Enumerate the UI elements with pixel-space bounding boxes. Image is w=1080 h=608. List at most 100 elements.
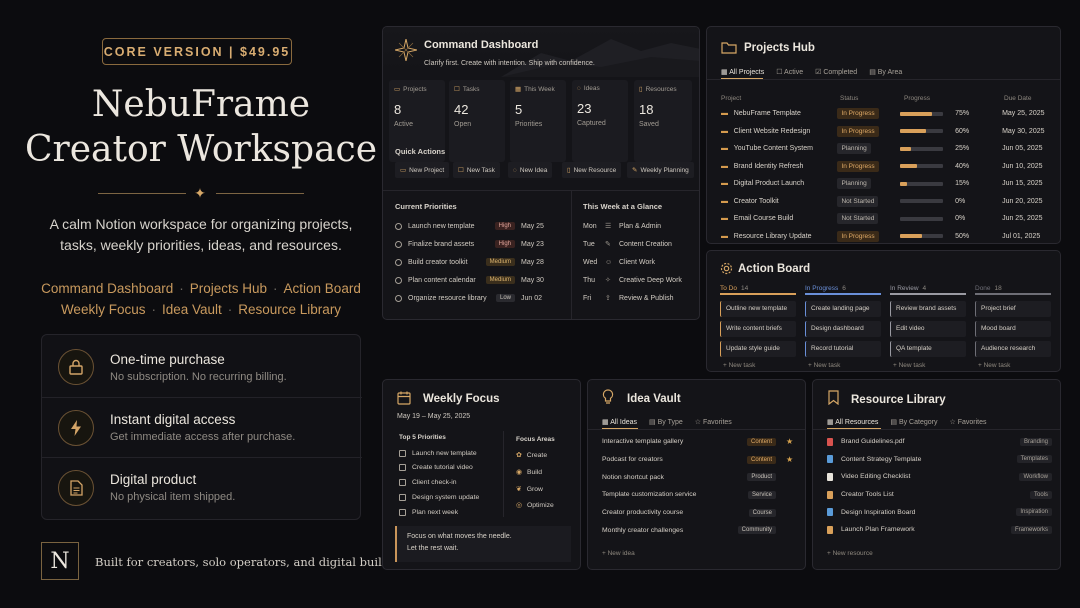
tab-completed[interactable]: ☑ Completed <box>815 68 857 76</box>
idea-row[interactable]: Interactive template gallery Content ★ <box>602 433 794 451</box>
project-row[interactable]: ▬ Resource Library Update In Progress 50% Ju… <box>721 228 1051 244</box>
new-task-button[interactable]: ☐ New Task <box>453 162 500 178</box>
task-card[interactable]: Edit video <box>890 321 966 337</box>
new-idea-button[interactable]: ◌ New Idea <box>508 162 553 178</box>
tab-all-ideas[interactable]: ▦ All Ideas <box>602 418 637 426</box>
resource-row[interactable]: Design Inspiration Board Inspiration <box>827 503 1052 521</box>
gear-icon <box>720 262 733 275</box>
project-name: Client Website Redesign <box>733 127 811 135</box>
idea-row[interactable]: Creator productivity course Course <box>602 504 794 522</box>
new-task-button[interactable]: + New task <box>808 362 840 369</box>
stat-resources[interactable]: ▯ Resources 18 Saved <box>634 80 692 162</box>
project-row[interactable]: ▬ YouTube Content System Planning 25% Jun 05… <box>721 140 1051 158</box>
idea-row[interactable]: Template customization service Service <box>602 486 794 504</box>
task-card[interactable]: Record tutorial <box>805 341 881 357</box>
column-name: To Do <box>720 285 737 292</box>
priority-row[interactable]: Finalize brand assets High May 23 <box>395 235 547 253</box>
tab-by-area[interactable]: ▤ By Area <box>869 68 902 76</box>
tab-by-type[interactable]: ▤ By Type <box>649 418 683 426</box>
task-card[interactable]: Project brief <box>975 301 1051 317</box>
new-task-button[interactable]: + New task <box>723 362 755 369</box>
checkbox[interactable] <box>399 479 406 487</box>
focus-priority-item[interactable]: Create tutorial video <box>399 461 499 475</box>
project-row[interactable]: ▬ Client Website Redesign In Progress 60% Ma… <box>721 123 1051 141</box>
resource-row[interactable]: Brand Guidelines.pdf Branding <box>827 433 1052 451</box>
status-badge: Planning <box>837 143 871 155</box>
new-resource-button[interactable]: ▯ New Resource <box>562 162 622 178</box>
file-icon <box>827 490 833 499</box>
new-task-button[interactable]: + New task <box>978 362 1010 369</box>
idea-row[interactable]: Podcast for creators Content ★ <box>602 451 794 469</box>
file-icon <box>827 437 833 446</box>
new-resource-button[interactable]: + New resource <box>827 550 873 557</box>
priority-row[interactable]: Plan content calendar Medium May 30 <box>395 271 547 289</box>
circle-checkbox[interactable] <box>395 240 402 248</box>
stat-this-week[interactable]: ▦ This Week 5 Priorities <box>510 80 566 162</box>
task-card[interactable]: Design dashboard <box>805 321 881 337</box>
checkbox[interactable] <box>399 449 406 457</box>
priority-row[interactable]: Organize resource library Low Jun 02 <box>395 289 547 307</box>
resource-row[interactable]: Content Strategy Template Templates <box>827 451 1052 469</box>
resource-library-title: Resource Library <box>851 394 946 406</box>
focus-priority-item[interactable]: Design system update <box>399 490 499 504</box>
idea-row[interactable]: Notion shortcut pack Product <box>602 468 794 486</box>
tab-all-resources[interactable]: ▦ All Resources <box>827 418 878 426</box>
module-command-dashboard: Command Dashboard <box>41 281 174 296</box>
project-row[interactable]: ▬ Creator Toolkit Not Started 0% Jun 20, 202… <box>721 193 1051 211</box>
task-card[interactable]: Write content briefs <box>720 321 796 337</box>
project-row[interactable]: ▬ Brand Identity Refresh In Progress 40% Jun… <box>721 158 1051 176</box>
stat-ideas[interactable]: ◌ Ideas 23 Captured <box>572 80 628 162</box>
status-badge: In Progress <box>837 160 879 172</box>
resource-row[interactable]: Launch Plan Framework Frameworks <box>827 521 1052 539</box>
tab-favorites[interactable]: ☆ Favorites <box>695 418 732 426</box>
resource-row[interactable]: Video Editing Checklist Workflow <box>827 468 1052 486</box>
tab-favorites[interactable]: ☆ Favorites <box>949 418 986 426</box>
priority-row[interactable]: Launch new template High May 25 <box>395 217 547 235</box>
weekly-focus-card: Weekly Focus May 19 – May 25, 2025 Top 5… <box>382 379 581 570</box>
checkbox[interactable] <box>399 508 406 516</box>
resource-name: Launch Plan Framework <box>841 526 915 534</box>
new-project-button[interactable]: ▭ New Project <box>395 162 450 178</box>
idea-row[interactable]: Monthly creator challenges Community <box>602 522 794 540</box>
due-date: May 30, 2025 <box>1002 127 1045 135</box>
new-idea-button[interactable]: + New idea <box>602 550 635 557</box>
stat-tasks[interactable]: ☐ Tasks 42 Open <box>449 80 505 162</box>
resource-name: Creator Tools List <box>841 491 894 499</box>
progress-fill <box>900 234 922 239</box>
priority-row[interactable]: Build creator toolkit Medium May 28 <box>395 253 547 271</box>
progress-percent: 0% <box>955 197 966 205</box>
progress-fill <box>900 146 911 151</box>
progress-fill <box>900 129 926 134</box>
tab-by-category[interactable]: ▤ By Category <box>890 418 937 426</box>
project-row[interactable]: ▬ Digital Product Launch Planning 15% Jun 15… <box>721 175 1051 193</box>
lightbulb-icon: ◌ <box>577 85 581 92</box>
circle-checkbox[interactable] <box>395 222 402 230</box>
checkbox[interactable] <box>399 464 406 472</box>
project-row[interactable]: ▬ Email Course Build Not Started 0% Jun 25, … <box>721 210 1051 228</box>
task-card[interactable]: Update style guide <box>720 341 796 357</box>
focus-priority-item[interactable]: Plan next week <box>399 505 499 519</box>
circle-checkbox[interactable] <box>395 276 402 284</box>
resource-row[interactable]: Creator Tools List Tools <box>827 486 1052 504</box>
focus-priority-item[interactable]: Launch new template <box>399 446 499 460</box>
idea-type-tag: Product <box>747 473 776 482</box>
task-card[interactable]: Review brand assets <box>890 301 966 317</box>
dashboard-tagline: Clarify first. Create with intention. Sh… <box>424 60 595 67</box>
task-card[interactable]: Create landing page <box>805 301 881 317</box>
new-task-button[interactable]: + New task <box>893 362 925 369</box>
task-card[interactable]: QA template <box>890 341 966 357</box>
task-card[interactable]: Mood board <box>975 321 1051 337</box>
task-card[interactable]: Outline new template <box>720 301 796 317</box>
quick-actions-label: Quick Actions <box>395 147 446 156</box>
tab-all-projects[interactable]: ▦ All Projects <box>721 68 764 76</box>
checkbox[interactable] <box>399 493 406 501</box>
focus-priority-item[interactable]: Client check-in <box>399 476 499 490</box>
focus-priority-label: Create tutorial video <box>412 464 473 472</box>
circle-checkbox[interactable] <box>395 258 402 266</box>
circle-checkbox[interactable] <box>395 294 402 302</box>
tab-active[interactable]: ☐ Active <box>776 68 803 76</box>
project-row[interactable]: ▬ NebuFrame Template In Progress 75% May 25,… <box>721 105 1051 123</box>
dashboard-title: Command Dashboard <box>424 39 539 51</box>
task-card[interactable]: Audience research <box>975 341 1051 357</box>
weekly-planning-button[interactable]: ✎ Weekly Planning <box>627 162 694 178</box>
